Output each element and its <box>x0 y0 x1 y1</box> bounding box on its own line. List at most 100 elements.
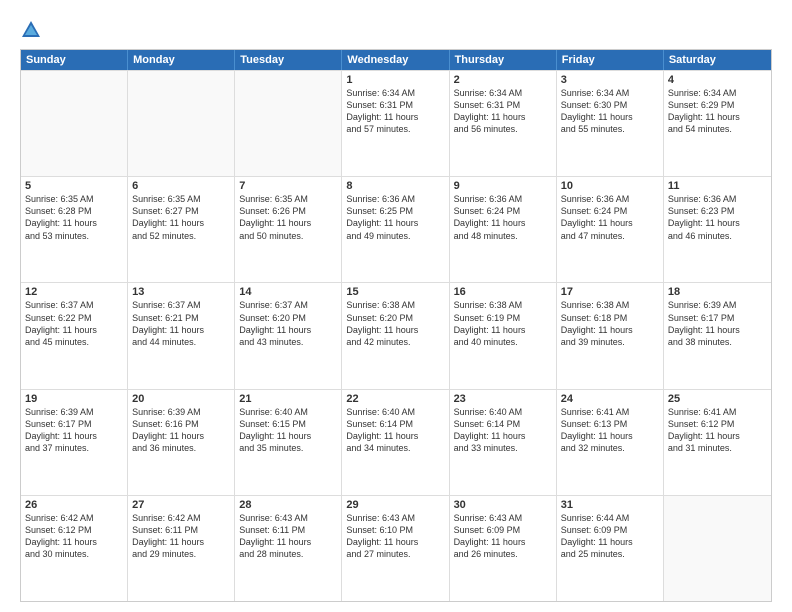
day-number: 10 <box>561 180 659 192</box>
calendar-cell <box>664 496 771 601</box>
day-number: 23 <box>454 393 552 405</box>
cell-info: Sunrise: 6:34 AMSunset: 6:29 PMDaylight:… <box>668 87 767 136</box>
cell-info: Sunrise: 6:35 AMSunset: 6:28 PMDaylight:… <box>25 193 123 242</box>
day-number: 22 <box>346 393 444 405</box>
day-number: 25 <box>668 393 767 405</box>
calendar-cell: 5Sunrise: 6:35 AMSunset: 6:28 PMDaylight… <box>21 177 128 282</box>
col-header-friday: Friday <box>557 50 664 70</box>
cell-info: Sunrise: 6:39 AMSunset: 6:17 PMDaylight:… <box>668 299 767 348</box>
calendar-row-3: 19Sunrise: 6:39 AMSunset: 6:17 PMDayligh… <box>21 389 771 495</box>
cell-info: Sunrise: 6:42 AMSunset: 6:12 PMDaylight:… <box>25 512 123 561</box>
cell-info: Sunrise: 6:42 AMSunset: 6:11 PMDaylight:… <box>132 512 230 561</box>
day-number: 9 <box>454 180 552 192</box>
calendar-cell: 1Sunrise: 6:34 AMSunset: 6:31 PMDaylight… <box>342 71 449 176</box>
day-number: 3 <box>561 74 659 86</box>
calendar-cell: 12Sunrise: 6:37 AMSunset: 6:22 PMDayligh… <box>21 283 128 388</box>
calendar-cell: 20Sunrise: 6:39 AMSunset: 6:16 PMDayligh… <box>128 390 235 495</box>
day-number: 21 <box>239 393 337 405</box>
cell-info: Sunrise: 6:43 AMSunset: 6:10 PMDaylight:… <box>346 512 444 561</box>
calendar-cell: 10Sunrise: 6:36 AMSunset: 6:24 PMDayligh… <box>557 177 664 282</box>
cell-info: Sunrise: 6:43 AMSunset: 6:11 PMDaylight:… <box>239 512 337 561</box>
cell-info: Sunrise: 6:40 AMSunset: 6:14 PMDaylight:… <box>454 406 552 455</box>
cell-info: Sunrise: 6:36 AMSunset: 6:23 PMDaylight:… <box>668 193 767 242</box>
calendar-row-1: 5Sunrise: 6:35 AMSunset: 6:28 PMDaylight… <box>21 176 771 282</box>
calendar-cell: 25Sunrise: 6:41 AMSunset: 6:12 PMDayligh… <box>664 390 771 495</box>
calendar-cell: 31Sunrise: 6:44 AMSunset: 6:09 PMDayligh… <box>557 496 664 601</box>
day-number: 12 <box>25 286 123 298</box>
calendar-cell: 30Sunrise: 6:43 AMSunset: 6:09 PMDayligh… <box>450 496 557 601</box>
calendar-body: 1 Sunrise: 6:34 AMSunset: 6:31 PMDaylight… <box>21 70 771 601</box>
day-number: 1 <box>346 74 444 86</box>
calendar-header: SundayMondayTuesdayWednesdayThursdayFrid… <box>21 50 771 70</box>
day-number: 8 <box>346 180 444 192</box>
cell-info: Sunrise: 6:39 AMSunset: 6:16 PMDaylight:… <box>132 406 230 455</box>
logo <box>20 19 46 41</box>
cell-info: Sunrise: 6:36 AMSunset: 6:25 PMDaylight:… <box>346 193 444 242</box>
cell-info: Sunrise: 6:43 AMSunset: 6:09 PMDaylight:… <box>454 512 552 561</box>
day-number: 20 <box>132 393 230 405</box>
day-number: 5 <box>25 180 123 192</box>
calendar-cell: 22Sunrise: 6:40 AMSunset: 6:14 PMDayligh… <box>342 390 449 495</box>
calendar-cell: 2Sunrise: 6:34 AMSunset: 6:31 PMDaylight… <box>450 71 557 176</box>
day-number: 18 <box>668 286 767 298</box>
cell-info: Sunrise: 6:40 AMSunset: 6:14 PMDaylight:… <box>346 406 444 455</box>
calendar-cell: 23Sunrise: 6:40 AMSunset: 6:14 PMDayligh… <box>450 390 557 495</box>
calendar-cell: 15Sunrise: 6:38 AMSunset: 6:20 PMDayligh… <box>342 283 449 388</box>
day-number: 2 <box>454 74 552 86</box>
day-number: 19 <box>25 393 123 405</box>
col-header-tuesday: Tuesday <box>235 50 342 70</box>
calendar-cell: 14Sunrise: 6:37 AMSunset: 6:20 PMDayligh… <box>235 283 342 388</box>
cell-info: Sunrise: 6:44 AMSunset: 6:09 PMDaylight:… <box>561 512 659 561</box>
cell-info: Sunrise: 6:37 AMSunset: 6:20 PMDaylight:… <box>239 299 337 348</box>
calendar-cell: 17Sunrise: 6:38 AMSunset: 6:18 PMDayligh… <box>557 283 664 388</box>
day-number: 6 <box>132 180 230 192</box>
calendar-cell: 21Sunrise: 6:40 AMSunset: 6:15 PMDayligh… <box>235 390 342 495</box>
calendar-cell: 26Sunrise: 6:42 AMSunset: 6:12 PMDayligh… <box>21 496 128 601</box>
day-number: 13 <box>132 286 230 298</box>
day-number: 15 <box>346 286 444 298</box>
calendar-cell: 18Sunrise: 6:39 AMSunset: 6:17 PMDayligh… <box>664 283 771 388</box>
day-number: 4 <box>668 74 767 86</box>
cell-info: Sunrise: 6:37 AMSunset: 6:22 PMDaylight:… <box>25 299 123 348</box>
calendar: SundayMondayTuesdayWednesdayThursdayFrid… <box>20 49 772 602</box>
calendar-cell: 16Sunrise: 6:38 AMSunset: 6:19 PMDayligh… <box>450 283 557 388</box>
page: SundayMondayTuesdayWednesdayThursdayFrid… <box>0 0 792 612</box>
calendar-cell: 4Sunrise: 6:34 AMSunset: 6:29 PMDaylight… <box>664 71 771 176</box>
calendar-cell <box>21 71 128 176</box>
cell-info: Sunrise: 6:38 AMSunset: 6:20 PMDaylight:… <box>346 299 444 348</box>
calendar-cell: 13Sunrise: 6:37 AMSunset: 6:21 PMDayligh… <box>128 283 235 388</box>
cell-info: Sunrise: 6:40 AMSunset: 6:15 PMDaylight:… <box>239 406 337 455</box>
calendar-cell: 9Sunrise: 6:36 AMSunset: 6:24 PMDaylight… <box>450 177 557 282</box>
cell-info: Sunrise: 6:35 AMSunset: 6:27 PMDaylight:… <box>132 193 230 242</box>
day-number: 29 <box>346 499 444 511</box>
calendar-cell <box>235 71 342 176</box>
day-number: 24 <box>561 393 659 405</box>
col-header-saturday: Saturday <box>664 50 771 70</box>
cell-info: Sunrise: 6:38 AMSunset: 6:18 PMDaylight:… <box>561 299 659 348</box>
cell-info: Sunrise: 6:41 AMSunset: 6:12 PMDaylight:… <box>668 406 767 455</box>
calendar-cell: 7Sunrise: 6:35 AMSunset: 6:26 PMDaylight… <box>235 177 342 282</box>
calendar-cell: 24Sunrise: 6:41 AMSunset: 6:13 PMDayligh… <box>557 390 664 495</box>
day-number: 17 <box>561 286 659 298</box>
calendar-cell: 8Sunrise: 6:36 AMSunset: 6:25 PMDaylight… <box>342 177 449 282</box>
day-number: 16 <box>454 286 552 298</box>
cell-info: Sunrise: 6:38 AMSunset: 6:19 PMDaylight:… <box>454 299 552 348</box>
day-number: 30 <box>454 499 552 511</box>
calendar-cell: 6Sunrise: 6:35 AMSunset: 6:27 PMDaylight… <box>128 177 235 282</box>
cell-info: Sunrise: 6:34 AMSunset: 6:31 PMDaylight:… <box>454 87 552 136</box>
day-number: 27 <box>132 499 230 511</box>
cell-info: Sunrise: 6:37 AMSunset: 6:21 PMDaylight:… <box>132 299 230 348</box>
cell-info: Sunrise: 6:36 AMSunset: 6:24 PMDaylight:… <box>561 193 659 242</box>
calendar-cell: 28Sunrise: 6:43 AMSunset: 6:11 PMDayligh… <box>235 496 342 601</box>
col-header-sunday: Sunday <box>21 50 128 70</box>
day-number: 11 <box>668 180 767 192</box>
header <box>20 15 772 41</box>
calendar-cell: 27Sunrise: 6:42 AMSunset: 6:11 PMDayligh… <box>128 496 235 601</box>
calendar-cell <box>128 71 235 176</box>
cell-info: Sunrise: 6:36 AMSunset: 6:24 PMDaylight:… <box>454 193 552 242</box>
day-number: 31 <box>561 499 659 511</box>
cell-info: Sunrise: 6:39 AMSunset: 6:17 PMDaylight:… <box>25 406 123 455</box>
day-number: 7 <box>239 180 337 192</box>
calendar-cell: 19Sunrise: 6:39 AMSunset: 6:17 PMDayligh… <box>21 390 128 495</box>
calendar-row-4: 26Sunrise: 6:42 AMSunset: 6:12 PMDayligh… <box>21 495 771 601</box>
